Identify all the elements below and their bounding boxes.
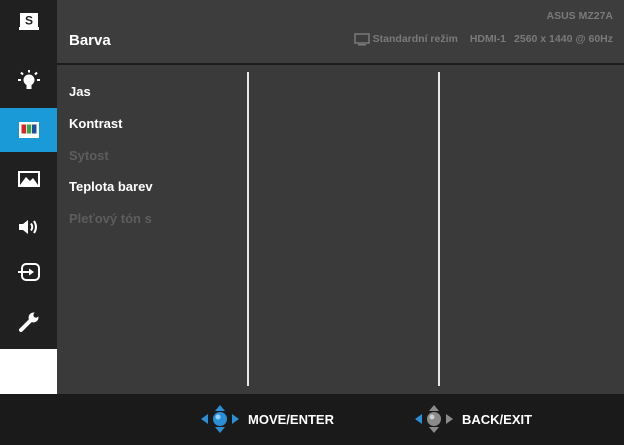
menu-item-jas[interactable]: Jas [69,84,91,99]
header-divider [57,63,624,65]
menu-item-kontrast[interactable]: Kontrast [69,116,122,131]
speaker-icon [18,219,37,234]
sidebar-item-splendid[interactable]: S [0,3,57,40]
page-title: Barva [69,32,111,49]
menu-item-pletovy-ton: Pleťový tón s [69,211,152,226]
sidebar-item-blue-light-filter[interactable] [0,63,57,100]
light-bulb-icon [17,69,40,89]
footer: MOVE/ENTER BACK/EXIT [0,394,624,445]
column-divider [247,72,249,386]
back-exit-label: BACK/EXIT [462,411,533,427]
move-enter-label: MOVE/ENTER [248,411,334,427]
input-source-label: HDMI-1 [469,33,507,45]
menu-item-teplota-barev[interactable]: Teplota barev [69,179,153,194]
osd-menu: S ASUS MZ27A Barva Standardní režim HDMI… [0,0,624,445]
display-icon [353,32,370,45]
main-panel: ASUS MZ27A Barva Standardní režim HDMI-1… [57,0,624,394]
sidebar-item-image[interactable] [0,160,57,197]
sidebar-item-sound[interactable] [0,208,57,245]
s-badge-icon: S [18,12,39,30]
sidebar-item-system-setup[interactable] [0,303,57,340]
sidebar-item-input-select[interactable] [0,253,57,290]
menu-content: Jas Kontrast Sytost Teplota barev Pleťov… [57,65,624,394]
menu-item-sytost: Sytost [69,148,109,163]
input-source-icon [17,262,40,281]
joystick-move-icon [201,405,239,433]
joystick-back-icon [415,405,453,433]
sidebar-item-color[interactable] [0,108,57,152]
wrench-icon [18,311,39,332]
header: ASUS MZ27A Barva Standardní režim HDMI-1… [57,0,624,62]
status-bar: Standardní režim HDMI-1 2560 x 1440 @ 60… [353,30,613,48]
back-exit-hint: BACK/EXIT [414,404,532,434]
move-enter-hint: MOVE/ENTER [200,404,334,434]
color-bars-icon [18,122,39,138]
sidebar: S [0,0,57,349]
color-mode-label: Standardní režim [372,33,458,45]
landscape-image-icon [17,170,40,187]
resolution-label: 2560 x 1440 @ 60Hz [514,33,613,45]
column-divider [438,72,440,386]
svg-text:S: S [24,13,32,27]
model-name: ASUS MZ27A [546,10,613,22]
